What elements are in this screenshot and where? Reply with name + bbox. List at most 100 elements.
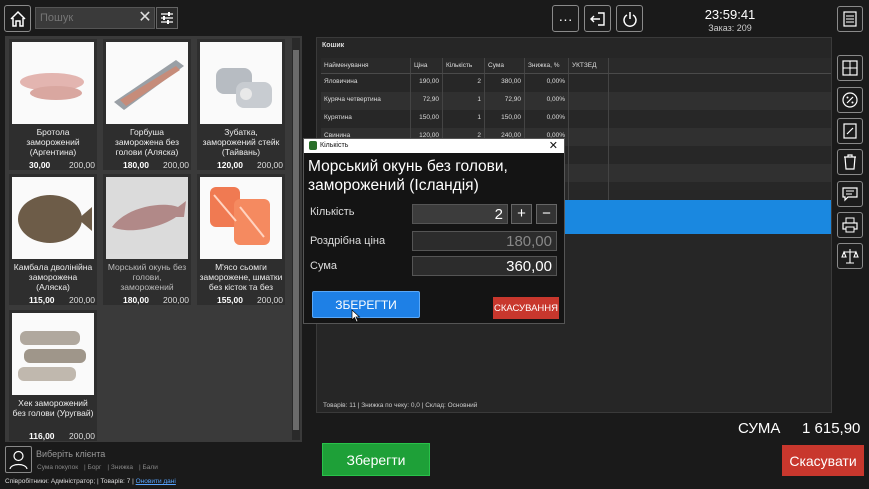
column-header[interactable]: Ціна: [411, 58, 443, 73]
cell-price: 72,90: [411, 92, 443, 110]
sliders-icon: [161, 12, 173, 24]
cell-price: 190,00: [411, 74, 443, 92]
exit-button[interactable]: [584, 5, 611, 32]
comment-button[interactable]: [837, 181, 863, 207]
cell-sum: 380,00: [485, 74, 525, 92]
stat-points: Бали: [142, 464, 158, 471]
cell-code: [569, 92, 609, 110]
dialog-cancel-button[interactable]: СКАСУВАННЯ: [493, 297, 559, 319]
price-label: Роздрібна ціна: [310, 235, 386, 247]
sum-field: 360,00: [412, 256, 557, 276]
product-price: 180,00: [123, 160, 149, 170]
sum-label: Сума: [310, 260, 338, 272]
column-header[interactable]: Знижка, %: [525, 58, 569, 73]
product-name: Хек заморожений без голови (Уругвай): [12, 398, 94, 418]
home-button[interactable]: [4, 5, 31, 32]
cell-qty: 1: [443, 92, 485, 110]
cell-sum: 72,90: [485, 92, 525, 110]
receipt-icon: [843, 11, 857, 27]
qty-label: Кількість: [310, 206, 355, 218]
discount-receipt-icon: [843, 123, 857, 139]
home-icon: [9, 10, 26, 27]
cart-footer: Товарів: 11 | Знижка по чеку: 0,0 | Скла…: [323, 402, 478, 409]
exit-icon: [589, 11, 605, 26]
filter-button[interactable]: [156, 7, 178, 29]
product-tile[interactable]: Камбала дволінійна заморожена (Аляска) 1…: [9, 174, 97, 305]
product-image: [200, 177, 282, 259]
product-tile[interactable]: Зубатка, заморожений стейк (Тайвань) 120…: [197, 39, 285, 170]
more-button[interactable]: ···: [552, 5, 579, 32]
status-bar: Співробітники: Адміністратор; | Товарів:…: [5, 478, 176, 485]
total-value: 1 615,90: [802, 420, 861, 437]
table-row[interactable]: Куряча четвертина 72,90 1 72,90 0,00%: [321, 92, 831, 110]
client-stats: Сума покупок | Борг | Знижка | Бали: [37, 464, 158, 471]
product-tile[interactable]: М'ясо сьомги заморожене, шматки без кіст…: [197, 174, 285, 305]
calculator-button[interactable]: [837, 55, 863, 81]
power-button[interactable]: [616, 5, 643, 32]
product-image: [12, 42, 94, 124]
quantity-input[interactable]: 2: [412, 204, 508, 224]
table-row[interactable]: Яловичина 190,00 2 380,00 0,00%: [321, 74, 831, 92]
scales-icon: [841, 249, 859, 264]
dialog-title: Кількість: [320, 142, 349, 149]
cell-code: [569, 110, 609, 128]
product-stock: 200,00: [69, 160, 95, 170]
client-button[interactable]: [5, 446, 32, 473]
power-icon: [622, 11, 637, 27]
products-scrollbar[interactable]: [292, 38, 300, 440]
cell-name: Куряча четвертина: [321, 92, 411, 110]
product-image: [106, 177, 188, 259]
cart-title: Кошик: [322, 42, 345, 49]
close-icon[interactable]: ✕: [549, 139, 558, 152]
product-name: М'ясо сьомги заморожене, шматки без кіст…: [199, 262, 283, 292]
product-name: Камбала дволінійна заморожена (Аляска): [13, 262, 93, 292]
select-client-label[interactable]: Виберіть клієнта: [36, 449, 105, 459]
cell-sum: 150,00: [485, 110, 525, 128]
product-tile[interactable]: Морський окунь без голови, заморожений 1…: [103, 174, 191, 305]
table-row[interactable]: Курятина 150,00 1 150,00 0,00%: [321, 110, 831, 128]
app-icon: [309, 141, 317, 150]
print-button[interactable]: [837, 212, 863, 238]
mouse-cursor-icon: [351, 309, 361, 323]
receipt-discount-button[interactable]: [837, 118, 863, 144]
column-header[interactable]: Найменування: [321, 58, 411, 73]
dialog-product-name: Морський окунь без голови, заморожений (…: [308, 158, 508, 194]
product-tile[interactable]: Хек заморожений без голови (Уругвай) 116…: [9, 310, 97, 441]
column-header[interactable]: УКТЗЕД: [569, 58, 609, 73]
product-tile[interactable]: Горбуша заморожена без голови (Аляска) 1…: [103, 39, 191, 170]
printer-icon: [842, 217, 858, 233]
stat-purchases: Сума покупок: [37, 464, 79, 471]
discount-button[interactable]: [837, 87, 863, 113]
product-price: 116,00: [29, 431, 55, 441]
goods-count: 7: [126, 478, 131, 485]
product-name: Морський окунь без голови, заморожений: [107, 262, 187, 292]
decrement-button[interactable]: −: [536, 204, 557, 224]
scales-button[interactable]: [837, 243, 863, 269]
cancel-button[interactable]: Скасувати: [782, 445, 864, 476]
cell-discount: 0,00%: [525, 110, 569, 128]
column-header[interactable]: Сума: [485, 58, 525, 73]
product-tile[interactable]: Бротола заморожений (Аргентина) 30,00 20…: [9, 39, 97, 170]
product-stock: 200,00: [163, 160, 189, 170]
product-name: Бротола заморожений (Аргентина): [26, 127, 80, 157]
increment-button[interactable]: +: [511, 204, 532, 224]
dialog-titlebar[interactable]: Кількість ✕: [304, 139, 564, 153]
clear-search-icon[interactable]: ✕: [137, 9, 153, 27]
refresh-link[interactable]: Оновити дані: [136, 478, 176, 485]
product-price: 180,00: [123, 295, 149, 305]
save-button[interactable]: Зберегти: [322, 443, 430, 476]
cell-code: [569, 74, 609, 92]
delete-button[interactable]: [837, 149, 863, 175]
trash-icon: [844, 154, 856, 170]
product-stock: 200,00: [163, 295, 189, 305]
dialog-save-button[interactable]: ЗБЕРЕГТИ: [312, 291, 420, 318]
scrollbar-thumb[interactable]: [293, 50, 299, 430]
product-image: [200, 42, 282, 124]
column-header[interactable]: Кількість: [443, 58, 485, 73]
receipt-button[interactable]: [837, 6, 863, 32]
product-price: 115,00: [29, 295, 55, 305]
clock: 23:59:41: [704, 7, 756, 22]
stat-debt: Борг: [87, 464, 102, 471]
cell-name: Яловичина: [321, 74, 411, 92]
product-image: [106, 42, 188, 124]
